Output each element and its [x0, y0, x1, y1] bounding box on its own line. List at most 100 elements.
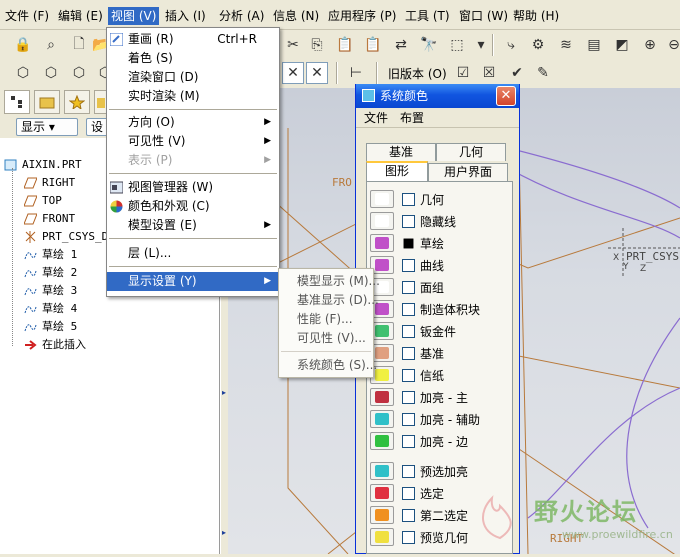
color-picker-button[interactable] [370, 462, 394, 480]
tree-item-root[interactable]: AIXIN.PRT [4, 156, 82, 174]
menu-item-realtime-render[interactable]: 实时渲染 (M) [107, 87, 279, 106]
color-picker-button[interactable] [370, 432, 394, 450]
color-picker-button[interactable] [370, 484, 394, 502]
menu-info[interactable]: 信息 (N) [270, 7, 322, 25]
menu-insert[interactable]: 插入 (I) [162, 7, 209, 25]
tree-tab-folder[interactable] [34, 90, 60, 114]
menu-item-visibility[interactable]: 可见性 (V) ▶ [107, 132, 279, 151]
menu-item-orientation[interactable]: 方向 (O) ▶ [107, 113, 279, 132]
color-checkbox[interactable] [402, 303, 415, 316]
cut-icon[interactable]: ✂ [282, 34, 304, 56]
cancel-icon[interactable]: ☒ [478, 62, 500, 84]
color-checkbox[interactable] [402, 391, 415, 404]
csys-x-icon[interactable]: ✕ [306, 62, 328, 84]
color-checkbox[interactable] [402, 435, 415, 448]
redraw-icon[interactable]: ◩ [611, 34, 633, 56]
cube-view-icon[interactable]: ⬡ [12, 62, 34, 84]
dialog-menu-layout[interactable]: 布置 [400, 108, 424, 128]
edit-pen-icon[interactable]: ✎ [532, 62, 554, 84]
find-icon[interactable]: 🔭 [418, 34, 440, 56]
color-checkbox[interactable] [402, 347, 415, 360]
tree-item-sketch-1[interactable]: 草绘 1 [24, 246, 77, 264]
submenu-item-visibility[interactable]: 可见性 (V)... [279, 329, 373, 348]
color-checkbox[interactable] [402, 215, 415, 228]
submenu-item-performance[interactable]: 性能 (F)... [279, 310, 373, 329]
submenu-item-model-display[interactable]: 模型显示 (M)... [279, 272, 380, 291]
color-checkbox[interactable] [402, 413, 415, 426]
dimension-icon[interactable]: ⊢ [345, 62, 367, 84]
select-box-icon[interactable]: ⬚ [446, 34, 468, 56]
color-picker-button[interactable] [370, 506, 394, 524]
copy-icon[interactable]: ⎘ [306, 34, 328, 56]
hidden-line-icon[interactable]: ⬡ [68, 62, 90, 84]
tree-item-front[interactable]: FRONT [24, 210, 75, 228]
accept-icon[interactable]: ☑ [452, 62, 474, 84]
tab-graphics[interactable]: 图形 [366, 161, 428, 181]
tree-item-sketch-5[interactable]: 草绘 5 [24, 318, 77, 336]
menu-file[interactable]: 文件 (F) [2, 7, 52, 25]
expand-arrow-icon[interactable]: ▸ [222, 528, 226, 537]
tree-display-button[interactable]: 显示 ▾ [16, 118, 78, 136]
lock-icon[interactable]: 🔒 [12, 34, 34, 56]
tree-tab-favorites[interactable] [64, 90, 90, 114]
menu-item-color-appearance[interactable]: 颜色和外观 (C) [107, 197, 279, 216]
dialog-title-bar[interactable]: 系统颜色 ✕ [356, 84, 519, 108]
close-button[interactable]: ✕ [496, 86, 516, 106]
color-checkbox[interactable] [402, 259, 415, 272]
dialog-menu-file[interactable]: 文件 [364, 108, 388, 128]
menu-help[interactable]: 帮助 (H) [510, 7, 562, 25]
color-checkbox[interactable] [402, 531, 415, 544]
menu-view[interactable]: 视图 (V) [108, 7, 160, 25]
collapse-arrow-icon[interactable]: ▸ [222, 388, 226, 397]
menu-edit[interactable]: 编辑 (E) [55, 7, 106, 25]
tab-datum[interactable]: 基准 [366, 143, 436, 161]
menu-item-view-manager[interactable]: 视图管理器 (W) [107, 178, 279, 197]
menu-tools[interactable]: 工具 (T) [402, 7, 453, 25]
sketch-x-icon[interactable]: ✕ [282, 62, 304, 84]
tree-item-sketch-3[interactable]: 草绘 3 [24, 282, 77, 300]
menu-item-shade[interactable]: 着色 (S) [107, 49, 279, 68]
tree-item-sketch-2[interactable]: 草绘 2 [24, 264, 77, 282]
regenerate-icon[interactable]: ⇄ [390, 34, 412, 56]
color-checkbox[interactable] [402, 465, 415, 478]
menu-item-render-window[interactable]: 渲染窗口 (D) [107, 68, 279, 87]
model-tree-icon[interactable]: ▤ [583, 34, 605, 56]
color-picker-button[interactable] [370, 190, 394, 208]
tree-item-csys[interactable]: PRT_CSYS_DE [25, 228, 115, 246]
zoom-out-icon[interactable]: ⊖ [663, 34, 680, 56]
legacy-version-label[interactable]: 旧版本 (O) [388, 65, 447, 82]
color-checkbox[interactable] [402, 281, 415, 294]
tree-item-insert-here[interactable]: 在此插入 [25, 336, 86, 354]
paste-special-icon[interactable]: 📋 [362, 34, 384, 56]
color-checkbox[interactable] [402, 193, 415, 206]
color-picker-button[interactable] [370, 234, 394, 252]
menu-item-model-setup[interactable]: 模型设置 (E) ▶ [107, 216, 279, 235]
color-picker-button[interactable] [370, 410, 394, 428]
menu-window[interactable]: 窗口 (W) [456, 7, 511, 25]
parameters-icon[interactable]: ⚙ [527, 34, 549, 56]
relations-icon[interactable]: ⤷ [500, 34, 522, 56]
color-checkbox[interactable] [402, 487, 415, 500]
layers-icon[interactable]: ≋ [555, 34, 577, 56]
menu-item-repaint[interactable]: 重画 (R) Ctrl+R [107, 30, 279, 49]
submenu-item-datum-display[interactable]: 基准显示 (D)... [279, 291, 379, 310]
color-checkbox[interactable] [402, 369, 415, 382]
menu-analysis[interactable]: 分析 (A) [216, 7, 267, 25]
dropdown-arrow-icon[interactable]: ▾ [470, 34, 492, 56]
menu-item-display-settings[interactable]: 显示设置 (Y) ▶ [107, 272, 279, 291]
color-picker-button[interactable] [370, 528, 394, 546]
tab-geometry[interactable]: 几何 [436, 143, 506, 161]
tree-item-right[interactable]: RIGHT [24, 174, 75, 192]
color-checkbox[interactable] [403, 238, 414, 249]
tree-item-top[interactable]: TOP [24, 192, 62, 210]
new-file-icon[interactable]: 🗋 [68, 34, 90, 56]
paste-icon[interactable]: 📋 [334, 34, 356, 56]
check-doc-icon[interactable]: ✔ [506, 62, 528, 84]
menu-applications[interactable]: 应用程序 (P) [325, 7, 399, 25]
color-checkbox[interactable] [402, 509, 415, 522]
search-icon[interactable]: ⌕ [40, 34, 62, 56]
color-picker-button[interactable] [370, 388, 394, 406]
zoom-in-icon[interactable]: ⊕ [639, 34, 661, 56]
wireframe-icon[interactable]: ⬡ [40, 62, 62, 84]
submenu-item-system-colors[interactable]: 系统颜色 (S)... [279, 356, 377, 375]
